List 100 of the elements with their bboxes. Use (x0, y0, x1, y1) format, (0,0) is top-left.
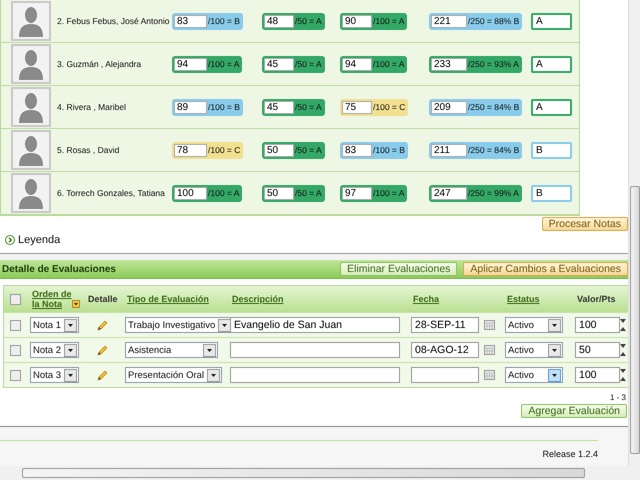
status-select[interactable]: Activo (505, 367, 563, 383)
column-header[interactable]: Fecha (411, 294, 505, 304)
column-header: Detalle (87, 294, 119, 304)
score-input[interactable]: 100 (174, 186, 207, 200)
final-grade-input[interactable]: A (531, 98, 572, 116)
status-select[interactable]: Activo (505, 342, 563, 358)
column-header[interactable]: Estatus (505, 294, 575, 304)
order-select[interactable]: Nota 1 (30, 317, 79, 333)
scrollbar-thumb[interactable] (630, 186, 640, 454)
column-header[interactable]: Descripción (230, 294, 411, 304)
expand-icon[interactable] (5, 235, 15, 245)
score-input[interactable]: 211 (431, 144, 467, 156)
sort-icon[interactable] (72, 300, 80, 308)
score-input[interactable]: 97 (342, 186, 372, 200)
reorder-arrows-icon[interactable] (620, 368, 626, 382)
scrollbar-thumb[interactable] (22, 468, 585, 478)
student-name: 4. Rivera , Maribel (57, 102, 127, 112)
pager-text: 1 - 3 (610, 392, 626, 402)
score-input[interactable]: 83 (174, 14, 207, 28)
type-select[interactable]: Asistencia (125, 342, 218, 358)
column-header[interactable]: Tipo de Evaluación (125, 294, 230, 304)
student-name: 5. Rosas , David (57, 145, 120, 155)
status-select[interactable]: Activo (505, 317, 563, 333)
horizontal-scrollbar[interactable] (0, 466, 640, 480)
calendar-icon[interactable] (484, 370, 495, 380)
action-button[interactable]: Aplicar Cambios a Evaluaciones (463, 262, 628, 276)
grade-label: /100 = B (207, 16, 241, 26)
action-button[interactable]: Eliminar Evaluaciones (340, 262, 458, 276)
avatar-icon (11, 87, 51, 127)
score-input[interactable]: 78 (174, 144, 207, 156)
pencil-icon[interactable] (97, 320, 108, 330)
row-checkbox[interactable] (10, 370, 21, 380)
score-input[interactable]: 75 (342, 100, 372, 114)
select-all-checkbox[interactable] (10, 294, 21, 304)
reorder-arrows-icon[interactable] (620, 343, 626, 357)
release-text: Release 1.2.4 (542, 449, 598, 459)
process-button[interactable]: Procesar Notas (542, 217, 628, 231)
column-header[interactable]: Orden de la Nota (30, 289, 80, 309)
grade-label: /100 = B (372, 145, 406, 155)
description-input[interactable] (230, 367, 400, 383)
avatar-icon (11, 130, 51, 170)
grade-label: /50 = A (294, 102, 323, 112)
grade-label: /50 = A (294, 188, 323, 198)
grade-label: /100 = A (207, 59, 240, 69)
legend-link[interactable]: Leyenda (18, 234, 60, 246)
caret-icon (64, 368, 77, 382)
date-input[interactable]: 08-AGO-12 (411, 342, 479, 358)
grade-label: /100 = C (207, 145, 242, 155)
order-select[interactable]: Nota 3 (30, 367, 79, 383)
final-grade-input[interactable]: A (531, 56, 572, 72)
score-input[interactable]: 94 (342, 58, 372, 70)
final-grade-input[interactable]: B (531, 142, 572, 158)
grade-label: /50 = A (294, 59, 323, 69)
grade-label: /50 = A (294, 145, 323, 155)
caret-icon (548, 368, 561, 382)
score-input[interactable]: 45 (264, 100, 294, 114)
student-name: 6. Torrech Gonzales, Tatiana (57, 188, 166, 198)
row-checkbox[interactable] (10, 344, 21, 356)
grade-label: /100 = A (207, 188, 240, 198)
points-input[interactable]: 100 (575, 367, 620, 383)
score-input[interactable]: 209 (431, 100, 467, 114)
grade-label: /250 = 99% A (467, 188, 520, 198)
calendar-icon[interactable] (484, 320, 495, 330)
caret-icon (64, 318, 77, 332)
avatar-icon (11, 173, 51, 213)
date-input[interactable] (411, 367, 479, 383)
order-select[interactable]: Nota 2 (30, 342, 79, 358)
description-input[interactable]: Evangelio de San Juan (230, 317, 400, 333)
score-input[interactable]: 50 (264, 144, 294, 156)
grade-label: /100 = A (372, 188, 406, 198)
score-input[interactable]: 94 (174, 58, 207, 70)
pencil-icon[interactable] (97, 370, 108, 380)
grade-label: /100 = C (372, 102, 406, 112)
row-checkbox[interactable] (10, 320, 21, 330)
points-input[interactable]: 100 (575, 317, 620, 333)
score-input[interactable]: 221 (431, 14, 467, 28)
grade-label: /250 = 84% B (467, 145, 520, 155)
score-input[interactable]: 247 (431, 186, 467, 200)
grade-label: /100 = A (372, 16, 406, 26)
points-input[interactable]: 50 (575, 342, 620, 358)
grade-label: /100 = B (207, 102, 241, 112)
description-input[interactable] (230, 342, 400, 358)
score-input[interactable]: 83 (342, 144, 372, 156)
calendar-icon[interactable] (484, 345, 495, 355)
score-input[interactable]: 233 (431, 58, 467, 70)
vertical-scrollbar[interactable] (628, 0, 640, 466)
score-input[interactable]: 89 (174, 100, 207, 114)
final-grade-input[interactable]: A (531, 12, 572, 30)
score-input[interactable]: 50 (264, 186, 294, 200)
final-grade-input[interactable]: B (531, 184, 572, 202)
score-input[interactable]: 90 (342, 14, 372, 28)
grade-label: /250 = 88% B (467, 16, 520, 26)
column-header: Valor/Pts (576, 294, 617, 304)
reorder-arrows-icon[interactable] (620, 318, 626, 332)
date-input[interactable]: 28-SEP-11 (411, 317, 479, 333)
type-select[interactable]: Presentación Oral (125, 367, 222, 383)
add-evaluation-button[interactable]: Agregar Evaluación (521, 404, 627, 418)
score-input[interactable]: 48 (264, 14, 294, 28)
pencil-icon[interactable] (97, 344, 108, 356)
score-input[interactable]: 45 (264, 58, 294, 70)
